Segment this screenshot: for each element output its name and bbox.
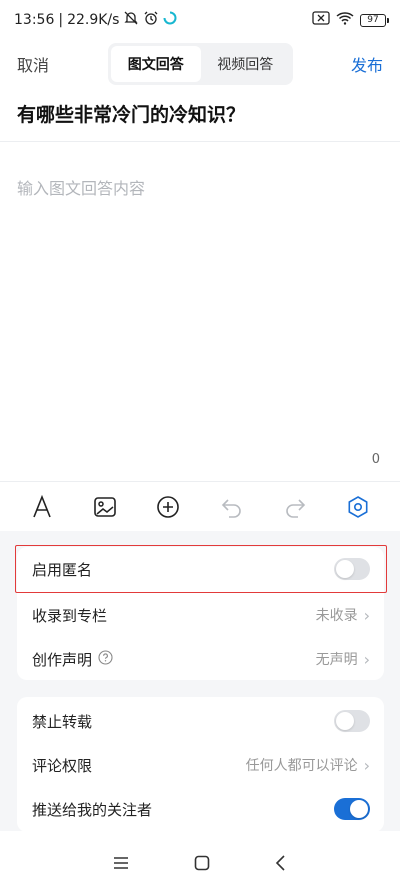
- add-circle-icon[interactable]: [151, 490, 185, 524]
- comment-permission-label: 评论权限: [32, 756, 93, 775]
- network-speed: 22.9K/s: [67, 12, 120, 28]
- creation-statement-value: 无声明: [315, 652, 358, 668]
- settings-hexagon-icon[interactable]: [341, 490, 375, 524]
- publish-button[interactable]: 发布: [351, 52, 383, 76]
- column-row[interactable]: 收录到专栏 未收录 ›: [17, 593, 384, 637]
- answer-editor-input[interactable]: 输入图文回答内容: [17, 175, 383, 199]
- chevron-right-icon: ›: [363, 605, 370, 625]
- push-followers-toggle[interactable]: [334, 798, 370, 820]
- home-icon[interactable]: [194, 855, 210, 875]
- settings-group-2: 禁止转载 评论权限 任何人都可以评论 › 推送给我的关注者: [17, 697, 384, 832]
- menu-icon[interactable]: [113, 855, 129, 874]
- chevron-right-icon: ›: [363, 649, 370, 669]
- no-repost-toggle[interactable]: [334, 710, 370, 732]
- cancel-button[interactable]: 取消: [17, 52, 49, 76]
- editor-toolbar: [0, 481, 400, 531]
- chevron-right-icon: ›: [363, 755, 370, 775]
- comment-permission-row[interactable]: 评论权限 任何人都可以评论 ›: [17, 743, 384, 787]
- divider: [0, 141, 400, 142]
- system-nav-bar: [0, 840, 400, 889]
- back-icon[interactable]: [275, 854, 287, 875]
- sim-off-icon: [312, 11, 330, 29]
- char-count: 0: [371, 452, 380, 467]
- column-label: 收录到专栏: [32, 606, 108, 625]
- tab-video-answer[interactable]: 视频回答: [201, 46, 291, 82]
- undo-icon[interactable]: [215, 490, 249, 524]
- no-repost-row[interactable]: 禁止转载: [17, 699, 384, 743]
- question-title: 有哪些非常冷门的冷知识？: [17, 104, 246, 126]
- push-followers-label: 推送给我的关注者: [32, 800, 153, 819]
- answer-type-tabs: 图文回答 视频回答: [108, 43, 293, 85]
- top-bar: 取消 图文回答 视频回答 发布: [0, 42, 400, 86]
- comment-permission-value: 任何人都可以评论: [245, 758, 358, 774]
- status-bar: 13:56 | 22.9K/s 97: [0, 0, 400, 40]
- creation-statement-row[interactable]: 创作声明 无声明 ›: [17, 637, 384, 681]
- wifi-icon: [336, 11, 354, 29]
- text-format-icon[interactable]: [25, 490, 59, 524]
- loading-icon: [163, 11, 177, 29]
- column-value: 未收录: [315, 608, 358, 624]
- no-repost-label: 禁止转载: [32, 712, 93, 731]
- redo-icon[interactable]: [278, 490, 312, 524]
- image-icon[interactable]: [88, 490, 122, 524]
- battery-icon: 97: [360, 13, 389, 27]
- mute-icon: [123, 10, 139, 30]
- anonymous-highlight-box: [15, 545, 387, 593]
- push-followers-row[interactable]: 推送给我的关注者: [17, 787, 384, 831]
- creation-statement-label: 创作声明: [32, 650, 93, 669]
- status-time: 13:56: [14, 12, 55, 28]
- alarm-icon: [143, 10, 159, 30]
- tab-text-answer[interactable]: 图文回答: [111, 46, 201, 82]
- help-icon[interactable]: [98, 649, 113, 669]
